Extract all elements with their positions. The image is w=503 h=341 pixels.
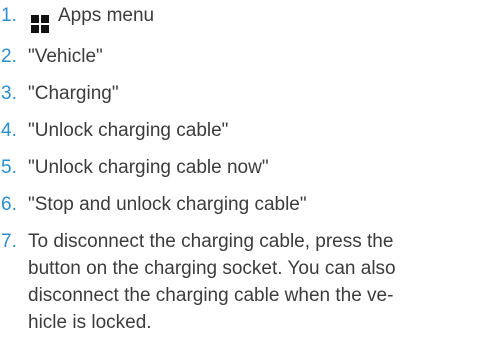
step-number: 1. bbox=[1, 5, 17, 26]
step-text: To disconnect the charging cable, press … bbox=[28, 228, 503, 336]
step-label: Apps menu bbox=[58, 5, 155, 26]
step-number: 6. bbox=[1, 194, 17, 215]
step-6: 6. "Stop and unlock charging cable" bbox=[0, 191, 503, 218]
step-text: "Vehicle" bbox=[28, 46, 103, 67]
step-line: button on the charging socket. You can a… bbox=[28, 258, 396, 279]
step-line: disconnect the charging cable when the v… bbox=[28, 285, 394, 306]
step-text: Apps menu bbox=[28, 2, 503, 33]
step-text: "Stop and unlock charging cable" bbox=[28, 194, 307, 215]
step-line: To disconnect the charging cable, press … bbox=[28, 231, 394, 252]
step-5: 5. "Unlock charging cable now" bbox=[0, 154, 503, 181]
step-line: hicle is locked. bbox=[28, 312, 152, 333]
step-number: 4. bbox=[1, 120, 17, 141]
step-7: 7. To disconnect the charging cable, pre… bbox=[0, 228, 503, 336]
step-1: 1. Apps menu bbox=[0, 2, 503, 33]
step-4: 4. "Unlock charging cable" bbox=[0, 117, 503, 144]
step-text: "Charging" bbox=[28, 83, 119, 104]
step-number: 7. bbox=[1, 231, 17, 252]
step-3: 3. "Charging" bbox=[0, 80, 503, 107]
step-text: "Unlock charging cable now" bbox=[28, 157, 269, 178]
step-number: 2. bbox=[1, 46, 17, 67]
apps-grid-icon bbox=[31, 15, 49, 33]
step-2: 2. "Vehicle" bbox=[0, 43, 503, 70]
step-number: 5. bbox=[1, 157, 17, 178]
instruction-steps: 1. Apps menu 2. "Vehicle" 3. "Charging" … bbox=[0, 2, 503, 336]
step-number: 3. bbox=[1, 83, 17, 104]
step-text: "Unlock charging cable" bbox=[28, 120, 229, 141]
